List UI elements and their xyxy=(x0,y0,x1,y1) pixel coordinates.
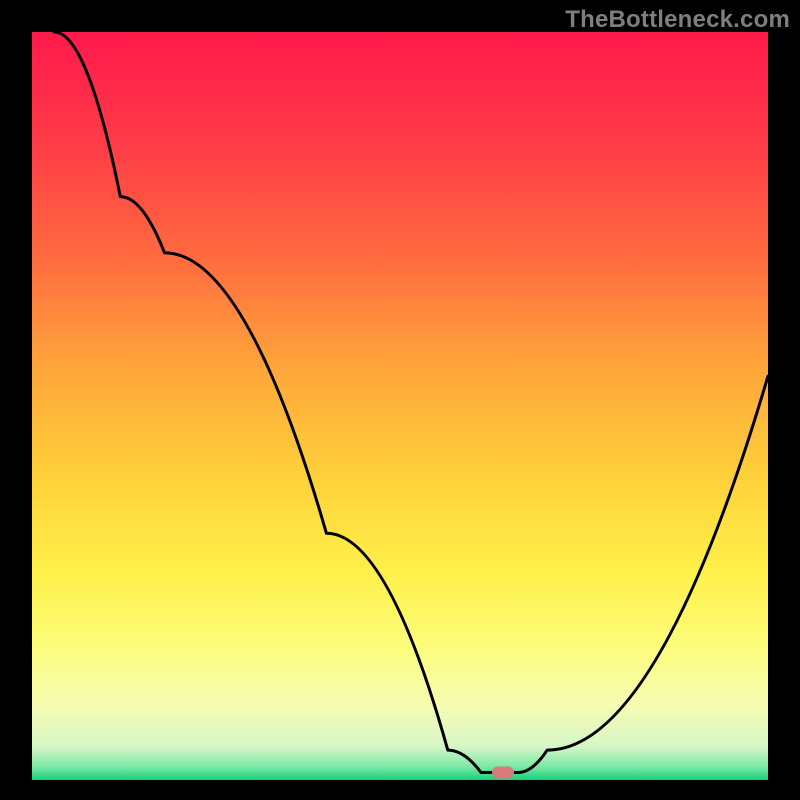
bottleneck-chart xyxy=(0,0,800,800)
optimal-marker xyxy=(492,767,514,779)
chart-root: TheBottleneck.com xyxy=(0,0,800,800)
plot-area xyxy=(32,32,768,780)
watermark-text: TheBottleneck.com xyxy=(565,6,790,34)
